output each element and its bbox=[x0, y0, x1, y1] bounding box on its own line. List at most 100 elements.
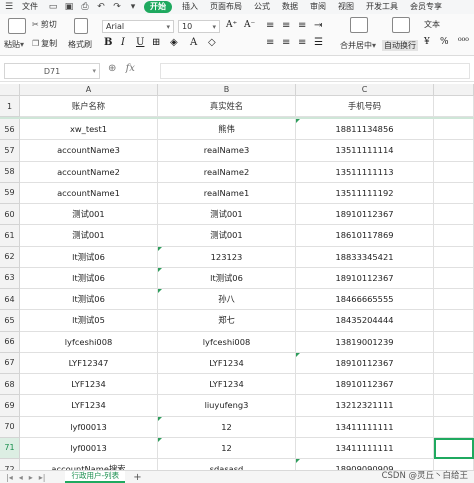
formula-input[interactable] bbox=[160, 63, 470, 79]
table-cell[interactable]: 测试001 bbox=[158, 204, 296, 226]
table-cell[interactable]: 测试001 bbox=[20, 204, 158, 226]
prev-sheet-icon[interactable]: ◂ bbox=[19, 473, 23, 482]
paste-button[interactable]: 粘贴 ▾ bbox=[4, 39, 26, 50]
row-header[interactable]: 59 bbox=[0, 182, 20, 204]
menu-view[interactable]: 视图 bbox=[332, 0, 360, 14]
menu-member[interactable]: 会员专享 bbox=[404, 0, 448, 14]
table-cell[interactable] bbox=[434, 289, 474, 311]
column-header-d[interactable] bbox=[434, 84, 474, 96]
save-icon[interactable]: ▣ bbox=[62, 1, 76, 13]
copy-button[interactable]: ❐ 复制 bbox=[32, 38, 57, 49]
first-sheet-icon[interactable]: |◂ bbox=[6, 473, 13, 482]
table-cell[interactable]: 孙八 bbox=[158, 289, 296, 311]
hamburger-icon[interactable]: ☰ bbox=[2, 1, 16, 13]
table-cell[interactable] bbox=[434, 140, 474, 162]
print-icon[interactable]: ⎙ bbox=[78, 1, 92, 13]
cut-button[interactable]: ✂ 剪切 bbox=[32, 19, 57, 30]
number-format-select[interactable]: 文本 bbox=[424, 19, 440, 30]
select-all-corner[interactable] bbox=[0, 84, 20, 96]
clipboard-icon[interactable] bbox=[8, 18, 26, 34]
table-cell[interactable]: lt测试05 bbox=[20, 310, 158, 332]
wrap-text-icon[interactable] bbox=[392, 17, 410, 33]
table-cell[interactable] bbox=[434, 374, 474, 396]
percent-icon[interactable]: % bbox=[440, 37, 449, 47]
table-cell[interactable] bbox=[434, 416, 474, 438]
next-sheet-icon[interactable]: ▸ bbox=[29, 473, 33, 482]
folder-icon[interactable]: ▭ bbox=[46, 1, 60, 13]
table-cell[interactable]: 13411111111 bbox=[296, 437, 434, 459]
column-header-b[interactable]: B bbox=[158, 84, 296, 96]
table-cell[interactable]: 熊伟 bbox=[158, 119, 296, 141]
currency-icon[interactable]: ¥ bbox=[424, 37, 430, 47]
font-name-select[interactable]: Arial ▾ bbox=[102, 20, 174, 33]
table-cell[interactable]: 18466665555 bbox=[296, 289, 434, 311]
row-header[interactable]: 69 bbox=[0, 395, 20, 417]
row-header[interactable]: 68 bbox=[0, 374, 20, 396]
row-header[interactable]: 72 bbox=[0, 459, 20, 470]
align-middle-icon[interactable]: ≡ bbox=[282, 20, 290, 31]
border-icon[interactable]: ⊞ bbox=[152, 37, 160, 48]
table-cell[interactable] bbox=[434, 310, 474, 332]
bold-icon[interactable]: B bbox=[104, 37, 112, 48]
table-cell[interactable] bbox=[434, 246, 474, 268]
table-cell[interactable]: 郑七 bbox=[158, 310, 296, 332]
fx-icon[interactable]: fx bbox=[126, 63, 135, 74]
row-header[interactable]: 63 bbox=[0, 267, 20, 289]
row-header[interactable]: 65 bbox=[0, 310, 20, 332]
table-cell[interactable]: 18610117869 bbox=[296, 225, 434, 247]
eraser-icon[interactable]: ◇ bbox=[208, 37, 216, 48]
merge-cells-icon[interactable] bbox=[350, 17, 368, 33]
menu-review[interactable]: 审阅 bbox=[304, 0, 332, 14]
chevron-down-icon[interactable]: ▾ bbox=[126, 1, 140, 13]
format-painter-button[interactable]: 格式刷 bbox=[68, 39, 92, 50]
add-sheet-button[interactable]: + bbox=[133, 472, 141, 483]
table-cell[interactable] bbox=[434, 331, 474, 353]
table-cell[interactable] bbox=[434, 119, 474, 141]
table-cell[interactable]: LYF12347 bbox=[20, 352, 158, 374]
font-color-icon[interactable]: A bbox=[190, 37, 197, 48]
table-cell[interactable]: LYF1234 bbox=[158, 374, 296, 396]
header-cell-phone[interactable]: 手机号码 bbox=[296, 96, 434, 118]
table-cell[interactable]: accountName2 bbox=[20, 161, 158, 183]
table-cell[interactable]: accountName1 bbox=[20, 182, 158, 204]
row-header[interactable]: 58 bbox=[0, 161, 20, 183]
table-cell[interactable] bbox=[434, 161, 474, 183]
align-bottom-icon[interactable]: ≡ bbox=[298, 20, 306, 31]
table-cell[interactable]: 123123 bbox=[158, 246, 296, 268]
row-header[interactable]: 61 bbox=[0, 225, 20, 247]
row-header[interactable]: 60 bbox=[0, 204, 20, 226]
menu-page-layout[interactable]: 页面布局 bbox=[204, 0, 248, 14]
decrease-font-icon[interactable]: A⁻ bbox=[244, 20, 255, 30]
menu-file[interactable]: 文件 bbox=[16, 0, 44, 14]
row-header[interactable]: 64 bbox=[0, 289, 20, 311]
table-cell[interactable]: liuyufeng3 bbox=[158, 395, 296, 417]
column-header-c[interactable]: C bbox=[296, 84, 434, 96]
table-cell[interactable] bbox=[434, 204, 474, 226]
table-cell[interactable]: 18833345421 bbox=[296, 246, 434, 268]
table-cell[interactable]: 18811134856 bbox=[296, 119, 434, 141]
distribute-icon[interactable]: ☰ bbox=[314, 37, 323, 48]
table-cell[interactable]: 18910112367 bbox=[296, 352, 434, 374]
table-cell[interactable] bbox=[434, 225, 474, 247]
undo-icon[interactable]: ↶ bbox=[94, 1, 108, 13]
align-left-icon[interactable]: ≡ bbox=[266, 37, 274, 48]
table-cell[interactable]: accountName3 bbox=[20, 140, 158, 162]
table-cell[interactable]: 13411111111 bbox=[296, 416, 434, 438]
row-header[interactable]: 67 bbox=[0, 352, 20, 374]
table-cell[interactable]: LYF1234 bbox=[158, 352, 296, 374]
table-cell[interactable]: lyf00013 bbox=[20, 437, 158, 459]
spreadsheet-grid[interactable]: A B C 1 账户名称 真实姓名 手机号码 56 xw_test1 熊伟 18811… bbox=[0, 84, 474, 470]
menu-developer[interactable]: 开发工具 bbox=[360, 0, 404, 14]
table-cell[interactable]: xw_test1 bbox=[20, 119, 158, 141]
table-cell[interactable]: lt测试06 bbox=[20, 289, 158, 311]
table-cell[interactable] bbox=[434, 182, 474, 204]
table-cell[interactable]: lyf00013 bbox=[20, 416, 158, 438]
row-header[interactable]: 66 bbox=[0, 331, 20, 353]
column-header-a[interactable]: A bbox=[20, 84, 158, 96]
table-cell[interactable]: lt测试06 bbox=[158, 267, 296, 289]
last-sheet-icon[interactable]: ▸| bbox=[39, 473, 46, 482]
brush-icon[interactable] bbox=[74, 18, 88, 34]
menu-insert[interactable]: 插入 bbox=[176, 0, 204, 14]
table-cell[interactable]: 13511111113 bbox=[296, 161, 434, 183]
table-cell[interactable]: 18910112367 bbox=[296, 204, 434, 226]
